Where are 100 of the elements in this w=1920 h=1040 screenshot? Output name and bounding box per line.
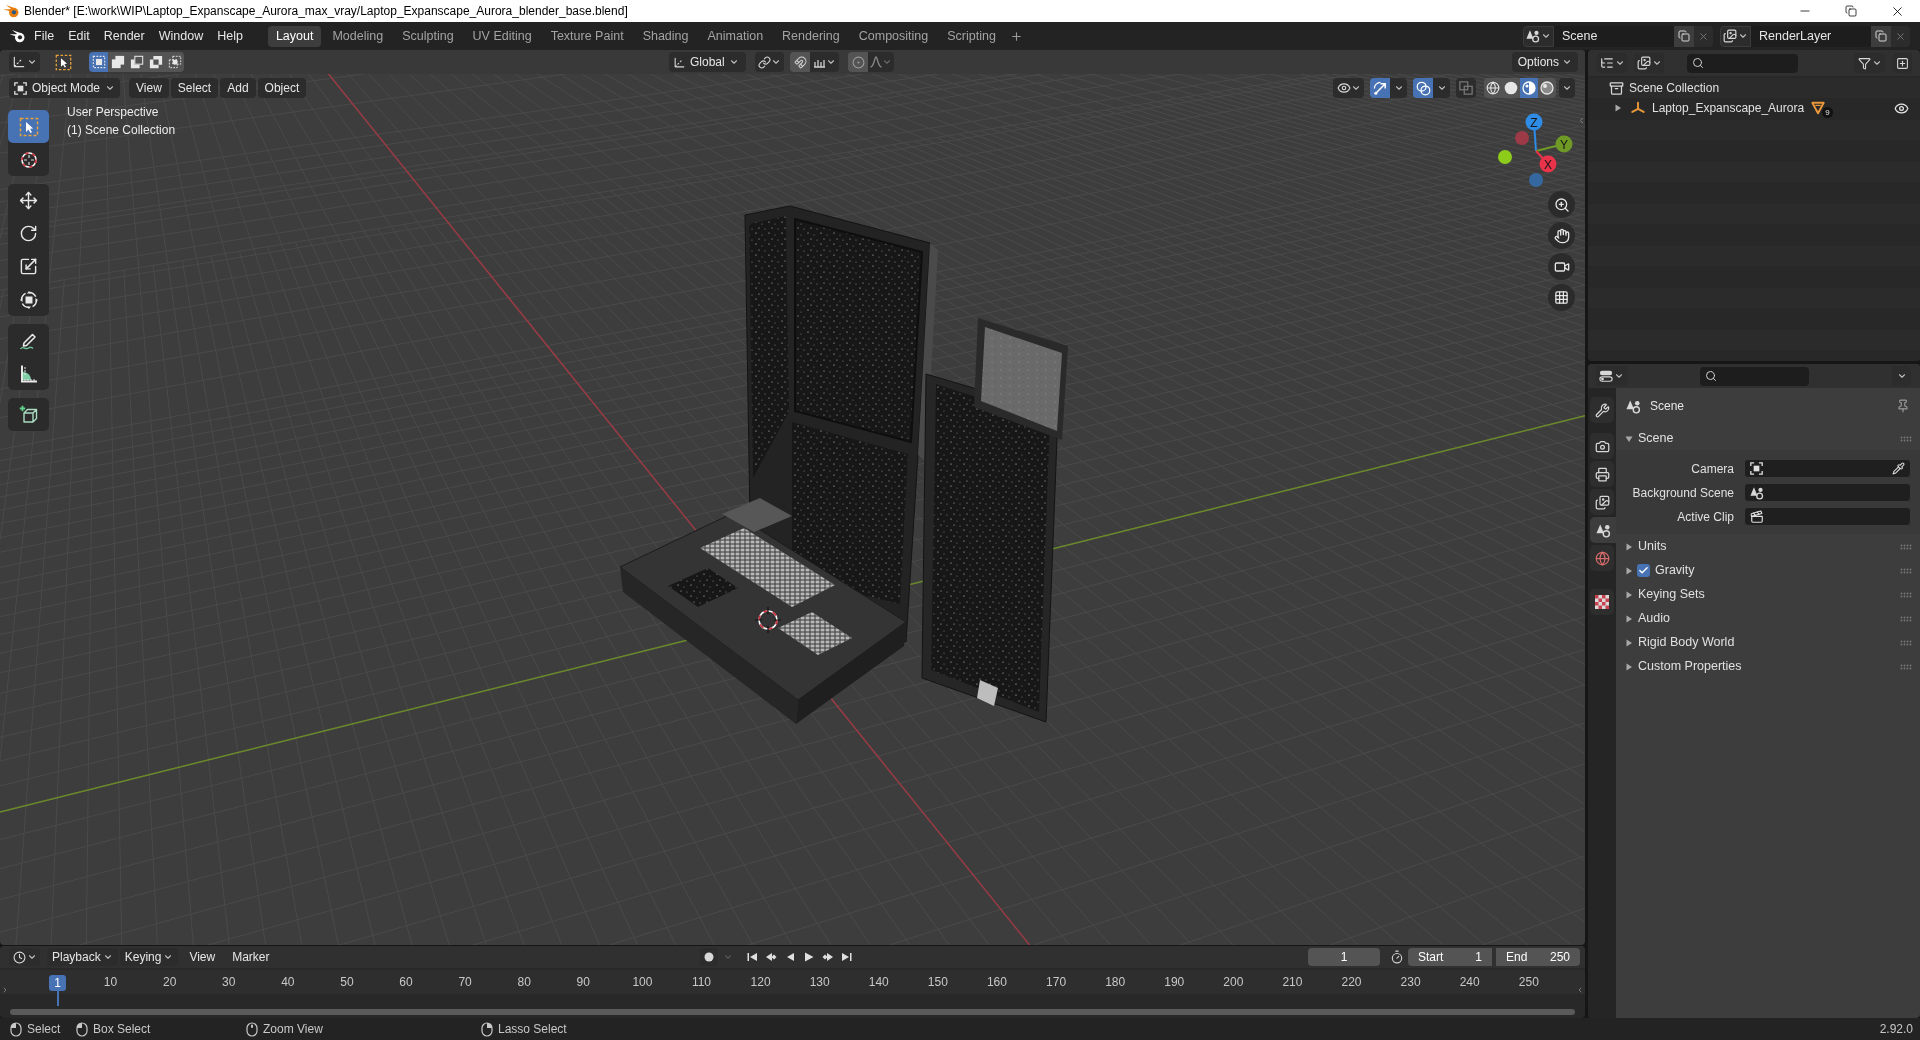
editor-type-button[interactable] (9, 948, 40, 966)
data-block-menu-button[interactable] (1523, 25, 1554, 47)
disclosure-triangle-icon[interactable] (1625, 566, 1633, 575)
axis-dot-icon[interactable] (1529, 173, 1543, 187)
shading-options-dropdown[interactable] (1559, 78, 1575, 98)
stopwatch-icon[interactable] (1390, 950, 1404, 964)
scene-name-field[interactable]: Scene (1554, 25, 1674, 47)
workspace-tab[interactable]: Animation (699, 25, 772, 47)
disclosure-triangle-icon[interactable] (1625, 614, 1633, 623)
unlink-button[interactable] (1694, 25, 1713, 47)
toggle-options-dropdown[interactable] (1390, 78, 1407, 98)
skip-to-end-icon[interactable] (841, 951, 853, 963)
menu-dropdown[interactable]: Keying (119, 948, 179, 966)
next-keyframe-icon[interactable] (822, 951, 834, 963)
duplicate-button[interactable] (1871, 25, 1891, 47)
filter-dropdown[interactable] (1854, 53, 1885, 73)
editor-type-button[interactable] (1597, 53, 1627, 73)
chevron-right-icon[interactable] (1, 986, 9, 994)
axis-dot-icon[interactable] (1498, 150, 1512, 164)
menu-item[interactable]: File (27, 25, 62, 47)
start-frame-field[interactable]: Start 1 (1408, 948, 1492, 966)
axis-handle[interactable]: Y (1535, 135, 1573, 153)
workspace-tab[interactable]: Compositing (850, 25, 937, 47)
unlink-button[interactable] (1891, 25, 1910, 47)
current-frame-field[interactable]: 1 (1308, 948, 1380, 966)
panel-header[interactable]: Gravity (1616, 559, 1920, 582)
checkbox[interactable] (1637, 564, 1650, 577)
panel-header[interactable]: Scene (1616, 427, 1920, 450)
viewport-toggle[interactable] (1456, 78, 1476, 98)
proportional-toggle[interactable] (848, 52, 868, 72)
properties-tab[interactable] (1590, 589, 1614, 615)
disclosure-triangle-icon[interactable] (1614, 104, 1622, 112)
workspace-tab[interactable]: Modeling (324, 25, 392, 47)
outliner-item[interactable]: Laptop_Expanscape_Aurora (1652, 100, 1805, 116)
pin-icon[interactable] (1896, 399, 1910, 413)
eyedropper-icon[interactable] (1892, 462, 1905, 475)
properties-tab[interactable] (1590, 397, 1614, 423)
panel-header[interactable]: Keying Sets (1616, 583, 1920, 606)
properties-tab[interactable] (1590, 517, 1616, 543)
editor-type-button[interactable] (9, 52, 40, 72)
options-dropdown[interactable] (1892, 366, 1911, 386)
menu-item[interactable]: View (183, 948, 222, 966)
record-button[interactable] (700, 948, 718, 966)
snap-toggle[interactable] (790, 52, 810, 72)
workspace-tab[interactable]: Shading (634, 25, 697, 47)
view-layer-name-field[interactable]: RenderLayer (1751, 25, 1871, 47)
horizontal-scrollbar[interactable] (10, 1009, 1575, 1015)
visibility-dropdown[interactable] (1333, 78, 1364, 98)
disclosure-triangle-icon[interactable] (1625, 638, 1633, 647)
play-icon[interactable] (803, 951, 815, 963)
camera-field[interactable] (1744, 459, 1911, 478)
viewport-toggle[interactable] (1370, 78, 1390, 98)
menu-item[interactable]: Window (151, 25, 211, 47)
disclosure-triangle-icon[interactable] (1625, 590, 1633, 599)
eye-icon[interactable] (1894, 100, 1909, 116)
previous-keyframe-icon[interactable] (765, 951, 777, 963)
workspace-tab[interactable]: Layout (267, 25, 322, 47)
panel-header[interactable]: Custom Properties (1616, 655, 1920, 678)
snap-dropdown[interactable] (810, 52, 839, 72)
scene-field[interactable] (1744, 483, 1911, 502)
properties-tab[interactable] (1590, 489, 1614, 515)
clip-field[interactable] (1744, 507, 1911, 526)
disclosure-triangle-icon[interactable] (1625, 434, 1633, 443)
chevron-left-icon[interactable] (1576, 986, 1584, 994)
disclosure-triangle-icon[interactable] (1625, 662, 1633, 671)
mode-dropdown[interactable]: Object Mode (9, 78, 121, 98)
select-mode-button[interactable] (165, 52, 184, 72)
tool-button[interactable] (8, 110, 49, 143)
menu-dropdown[interactable]: Playback (47, 948, 118, 966)
search-field[interactable] (1700, 366, 1809, 386)
disclosure-triangle-icon[interactable] (1625, 542, 1633, 551)
display-mode-dropdown[interactable] (1634, 53, 1664, 73)
properties-tab[interactable] (1590, 461, 1614, 487)
viewport-toggle[interactable] (1413, 78, 1433, 98)
panel-header[interactable]: Units (1616, 535, 1920, 558)
falloff-dropdown[interactable] (868, 52, 894, 72)
orientation-dropdown[interactable]: Global (669, 52, 746, 72)
skip-to-start-icon[interactable] (746, 951, 758, 963)
end-frame-field[interactable]: End 250 (1496, 948, 1580, 966)
shading-mode-button[interactable] (1538, 78, 1556, 98)
axis-handle[interactable]: Z (1525, 113, 1543, 152)
panel-header[interactable]: Rigid Body World (1616, 631, 1920, 654)
select-mode-button[interactable] (89, 52, 108, 72)
menu-item[interactable]: Select (170, 78, 219, 98)
menu-item[interactable]: Help (210, 25, 250, 47)
pivot-dropdown[interactable] (755, 52, 784, 72)
properties-tab[interactable] (1590, 545, 1614, 571)
editor-type-button[interactable] (1596, 366, 1627, 386)
data-block-menu-button[interactable] (1720, 25, 1751, 47)
workspace-tab[interactable]: Scripting (939, 25, 1004, 47)
duplicate-button[interactable] (1674, 25, 1694, 47)
tool-button[interactable] (8, 398, 49, 431)
shading-mode-button[interactable] (1502, 78, 1520, 98)
inverted-triangle-icon[interactable] (1811, 101, 1825, 115)
axis-dot-icon[interactable] (1515, 131, 1529, 145)
outliner-row[interactable]: Scene Collection (1588, 78, 1920, 98)
menu-item[interactable]: View (129, 78, 169, 98)
shading-mode-button[interactable] (1520, 78, 1538, 98)
menu-item[interactable]: Render (96, 25, 152, 47)
select-mode-button[interactable] (127, 52, 146, 72)
